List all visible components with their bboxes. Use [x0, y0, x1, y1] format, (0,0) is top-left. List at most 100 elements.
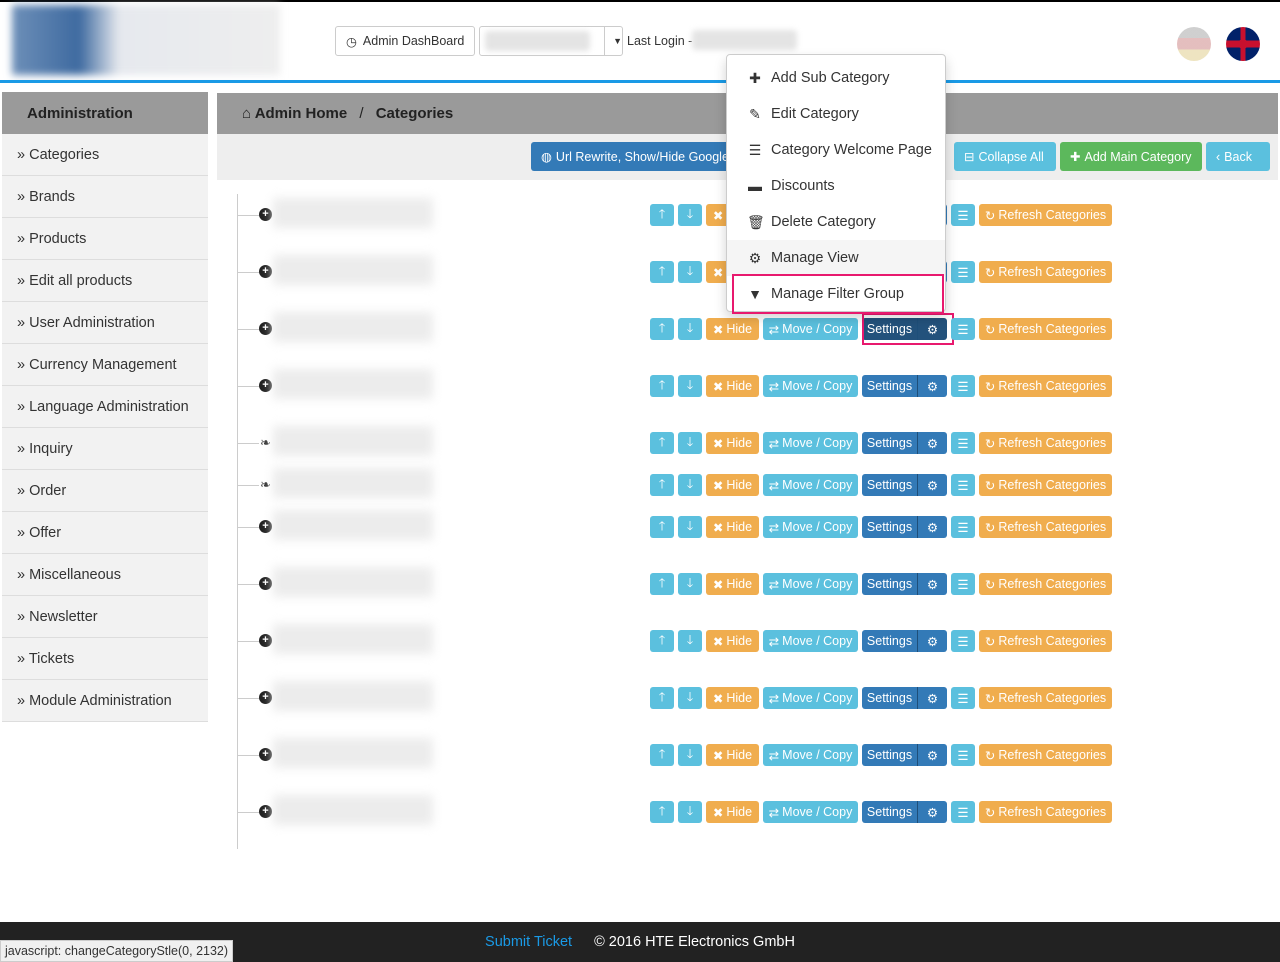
move-up-button[interactable]: 🡑: [650, 474, 674, 496]
refresh-categories-button[interactable]: ↻ Refresh Categories: [979, 375, 1112, 397]
expand-plus-icon[interactable]: +: [259, 634, 272, 647]
list-button[interactable]: ☰: [951, 375, 975, 397]
move-down-button[interactable]: 🡓: [678, 375, 702, 397]
menu-item-delete-category[interactable]: 🗑 Delete Category: [727, 204, 945, 240]
settings-button[interactable]: Settings: [862, 801, 917, 823]
refresh-categories-button[interactable]: ↻ Refresh Categories: [979, 474, 1112, 496]
settings-button[interactable]: Settings: [862, 744, 917, 766]
menu-item-add-sub-category[interactable]: ✚ Add Sub Category: [727, 60, 945, 96]
move-copy-button[interactable]: ⇄Move / Copy: [763, 573, 858, 595]
settings-button[interactable]: Settings: [862, 630, 917, 652]
refresh-categories-button[interactable]: ↻ Refresh Categories: [979, 687, 1112, 709]
hide-button[interactable]: ✖Hide: [706, 474, 759, 496]
sidebar-item-user-administration[interactable]: » User Administration: [2, 302, 208, 344]
move-down-button[interactable]: 🡓: [678, 744, 702, 766]
list-button[interactable]: ☰: [951, 687, 975, 709]
list-button[interactable]: ☰: [951, 261, 975, 283]
sidebar-item-miscellaneous[interactable]: » Miscellaneous: [2, 554, 208, 596]
move-up-button[interactable]: 🡑: [650, 573, 674, 595]
category-name[interactable]: [273, 624, 433, 654]
menu-item-discounts[interactable]: ▬ Discounts: [727, 168, 945, 204]
move-copy-button[interactable]: ⇄Move / Copy: [763, 630, 858, 652]
category-name[interactable]: [273, 312, 433, 342]
add-main-category-button[interactable]: ✚ Add Main Category: [1060, 142, 1202, 171]
refresh-categories-button[interactable]: ↻ Refresh Categories: [979, 432, 1112, 454]
hide-button[interactable]: ✖Hide: [706, 375, 759, 397]
move-copy-button[interactable]: ⇄Move / Copy: [763, 744, 858, 766]
refresh-categories-button[interactable]: ↻ Refresh Categories: [979, 744, 1112, 766]
move-up-button[interactable]: 🡑: [650, 801, 674, 823]
list-button[interactable]: ☰: [951, 204, 975, 226]
settings-button[interactable]: Settings: [862, 573, 917, 595]
settings-gear-dropdown-button[interactable]: ⚙: [917, 432, 947, 454]
move-down-button[interactable]: 🡓: [678, 687, 702, 709]
list-button[interactable]: ☰: [951, 432, 975, 454]
expand-plus-icon[interactable]: +: [259, 379, 272, 392]
move-down-button[interactable]: 🡓: [678, 516, 702, 538]
move-down-button[interactable]: 🡓: [678, 204, 702, 226]
expand-plus-icon[interactable]: +: [259, 577, 272, 590]
expand-plus-icon[interactable]: +: [259, 208, 272, 221]
sidebar-item-categories[interactable]: » Categories: [2, 134, 208, 176]
move-up-button[interactable]: 🡑: [650, 687, 674, 709]
move-down-button[interactable]: 🡓: [678, 801, 702, 823]
sidebar-item-products[interactable]: » Products: [2, 218, 208, 260]
move-up-button[interactable]: 🡑: [650, 744, 674, 766]
move-up-button[interactable]: 🡑: [650, 318, 674, 340]
move-down-button[interactable]: 🡓: [678, 630, 702, 652]
user-dropdown[interactable]: ▼: [479, 26, 623, 56]
uk-flag-icon[interactable]: [1226, 27, 1260, 61]
admin-dashboard-button[interactable]: ◷ Admin DashBoard: [335, 26, 476, 56]
breadcrumb-home[interactable]: Admin Home: [255, 105, 348, 122]
hide-button[interactable]: ✖Hide: [706, 744, 759, 766]
sidebar-item-newsletter[interactable]: » Newsletter: [2, 596, 208, 638]
move-up-button[interactable]: 🡑: [650, 516, 674, 538]
collapse-all-button[interactable]: ⊟ Collapse All: [954, 142, 1056, 171]
move-copy-button[interactable]: ⇄Move / Copy: [763, 516, 858, 538]
sidebar-item-brands[interactable]: » Brands: [2, 176, 208, 218]
settings-button[interactable]: Settings: [862, 687, 917, 709]
hide-button[interactable]: ✖Hide: [706, 432, 759, 454]
settings-gear-dropdown-button[interactable]: ⚙: [917, 801, 947, 823]
move-up-button[interactable]: 🡑: [650, 630, 674, 652]
category-name[interactable]: [273, 468, 433, 498]
hide-button[interactable]: ✖Hide: [706, 687, 759, 709]
hide-button[interactable]: ✖Hide: [706, 573, 759, 595]
move-down-button[interactable]: 🡓: [678, 318, 702, 340]
sidebar-item-inquiry[interactable]: » Inquiry: [2, 428, 208, 470]
category-name[interactable]: [273, 255, 433, 285]
menu-item-manage-filter-group[interactable]: ▼ Manage Filter Group: [732, 274, 944, 314]
category-name[interactable]: [273, 510, 433, 540]
expand-plus-icon[interactable]: +: [259, 748, 272, 761]
refresh-categories-button[interactable]: ↻ Refresh Categories: [979, 801, 1112, 823]
menu-item-manage-view[interactable]: ⚙ Manage View: [727, 240, 945, 276]
sidebar-item-order[interactable]: » Order: [2, 470, 208, 512]
move-copy-button[interactable]: ⇄Move / Copy: [763, 318, 858, 340]
move-down-button[interactable]: 🡓: [678, 261, 702, 283]
refresh-categories-button[interactable]: ↻ Refresh Categories: [979, 630, 1112, 652]
hide-button[interactable]: ✖Hide: [706, 801, 759, 823]
back-button[interactable]: ‹ Back: [1206, 142, 1270, 171]
category-name[interactable]: [273, 681, 433, 711]
settings-gear-dropdown-button[interactable]: ⚙: [917, 744, 947, 766]
refresh-categories-button[interactable]: ↻ Refresh Categories: [979, 204, 1112, 226]
list-button[interactable]: ☰: [951, 516, 975, 538]
refresh-categories-button[interactable]: ↻ Refresh Categories: [979, 261, 1112, 283]
menu-item-category-welcome-page[interactable]: ☰ Category Welcome Page: [727, 132, 945, 168]
list-button[interactable]: ☰: [951, 474, 975, 496]
category-name[interactable]: [273, 369, 433, 399]
list-button[interactable]: ☰: [951, 630, 975, 652]
settings-gear-dropdown-button[interactable]: ⚙: [917, 630, 947, 652]
hide-button[interactable]: ✖Hide: [706, 318, 759, 340]
refresh-categories-button[interactable]: ↻ Refresh Categories: [979, 573, 1112, 595]
settings-button[interactable]: Settings: [862, 432, 917, 454]
sidebar-item-tickets[interactable]: » Tickets: [2, 638, 208, 680]
settings-gear-dropdown-button[interactable]: ⚙: [917, 474, 947, 496]
move-copy-button[interactable]: ⇄Move / Copy: [763, 474, 858, 496]
menu-item-edit-category[interactable]: ✎ Edit Category: [727, 96, 945, 132]
move-up-button[interactable]: 🡑: [650, 432, 674, 454]
expand-plus-icon[interactable]: +: [259, 805, 272, 818]
move-up-button[interactable]: 🡑: [650, 261, 674, 283]
sidebar-item-module-administration[interactable]: » Module Administration: [2, 680, 208, 722]
list-button[interactable]: ☰: [951, 318, 975, 340]
